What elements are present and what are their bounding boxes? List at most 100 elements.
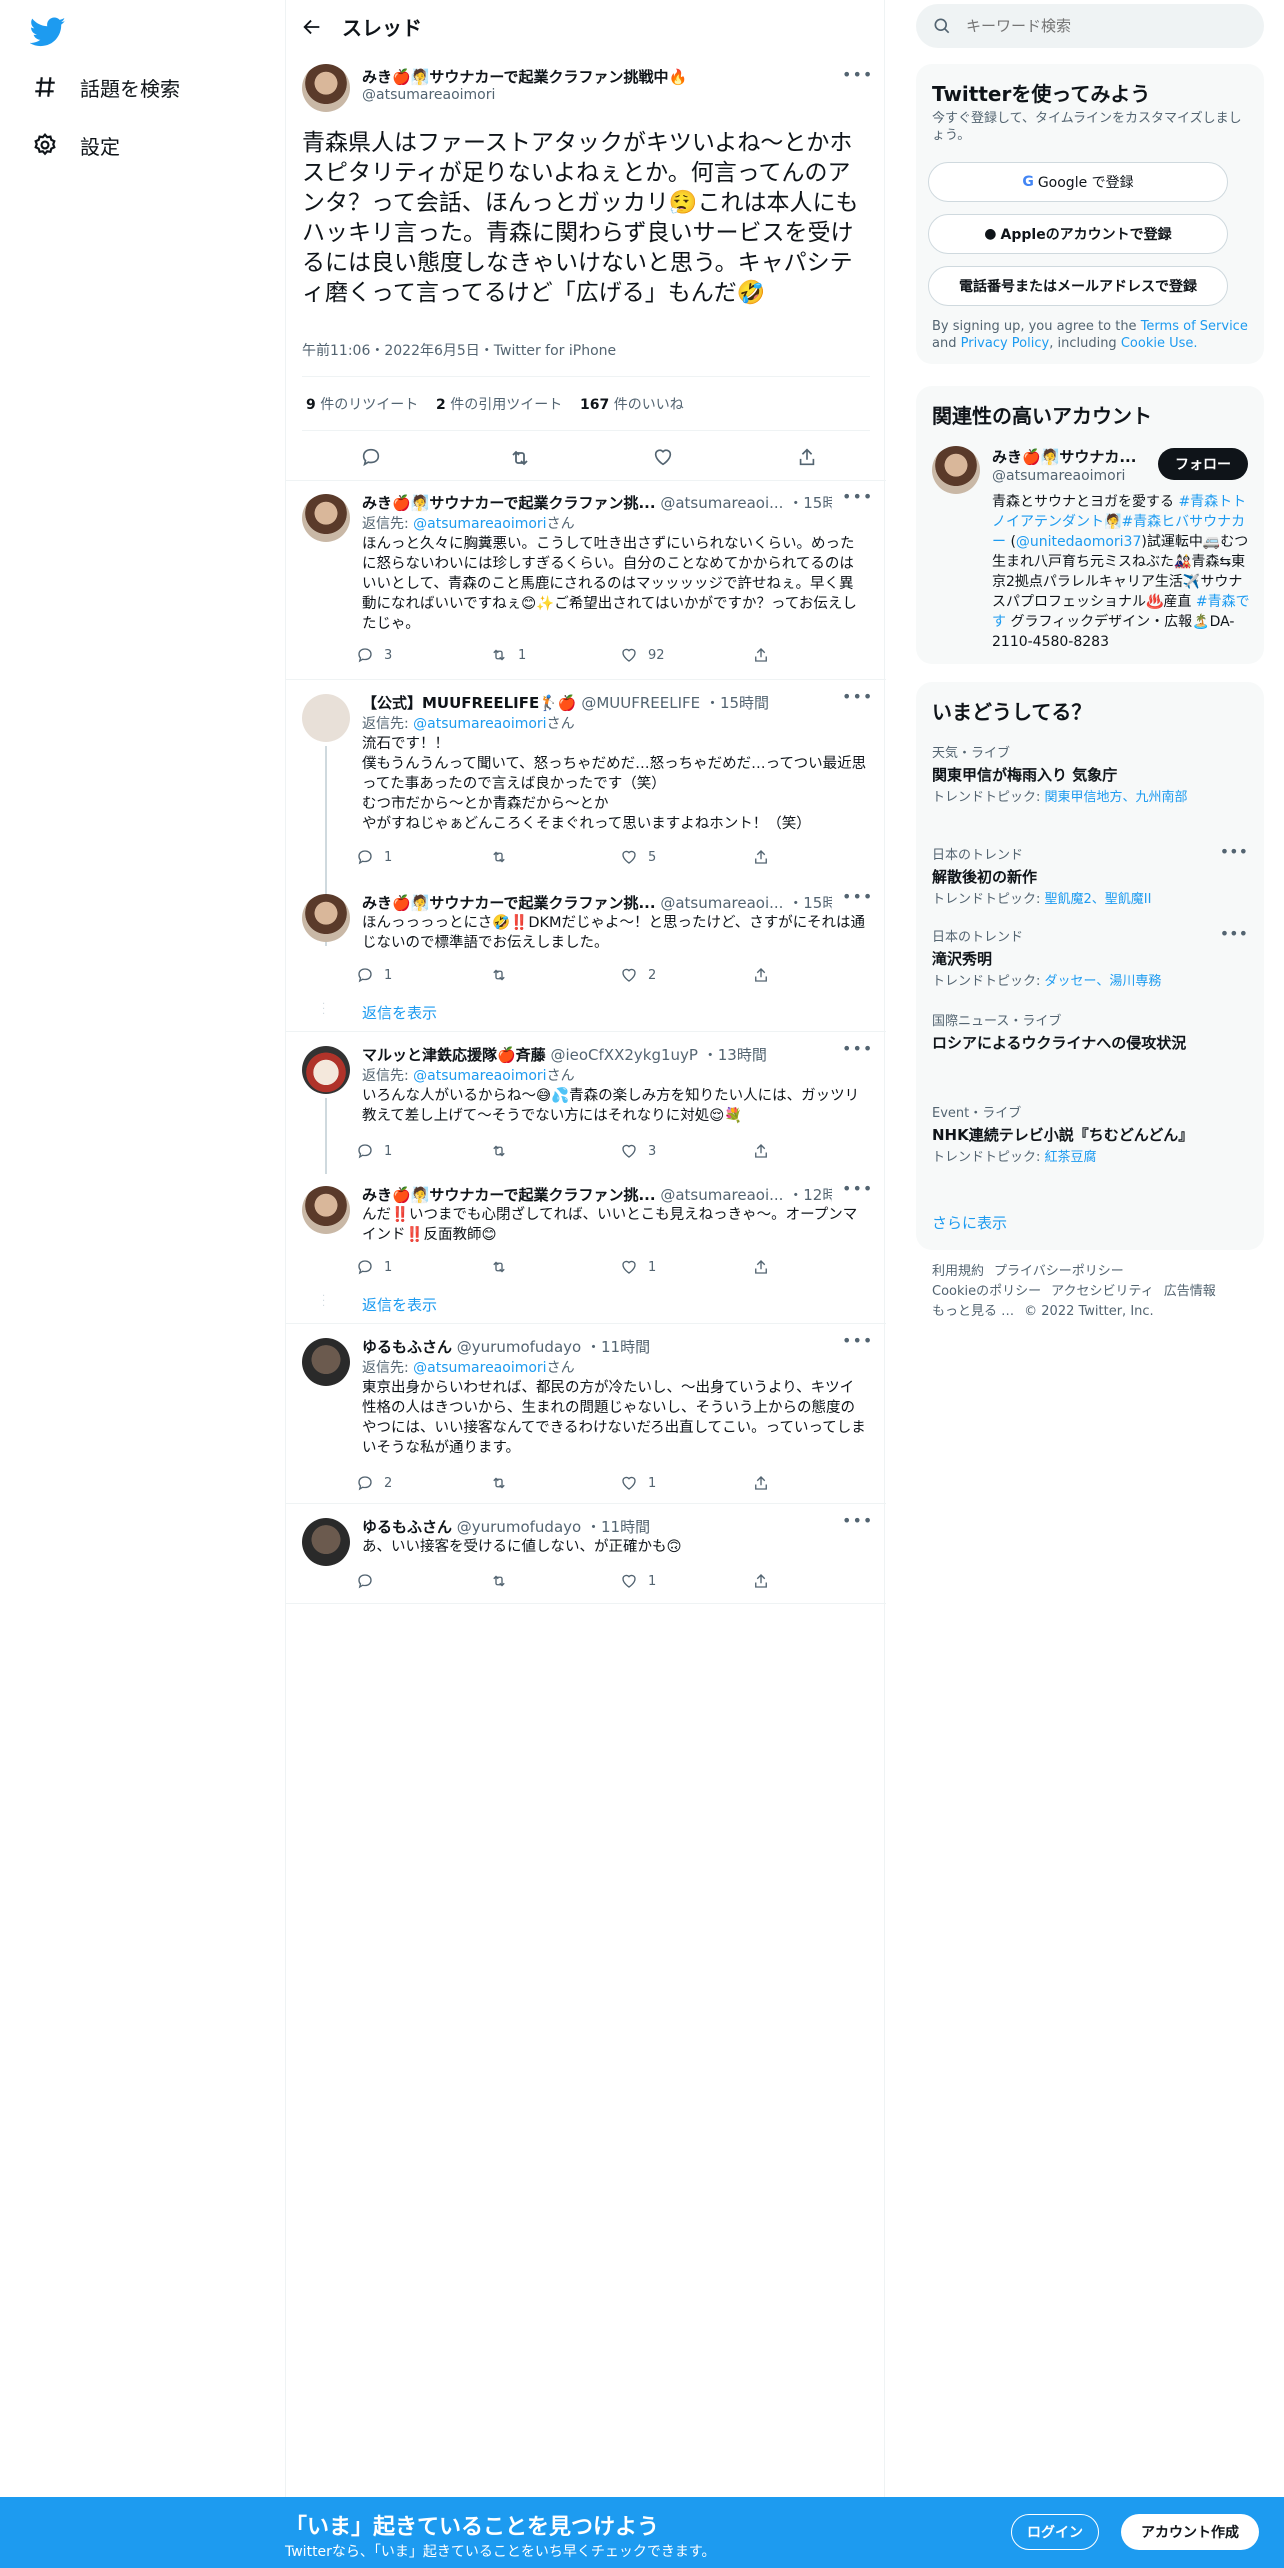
author-handle[interactable]: @atsumareaoi... (660, 494, 783, 512)
more-options-icon[interactable]: ••• (842, 489, 872, 510)
phone-signup-button[interactable]: 電話番号またはメールアドレスで登録 (928, 266, 1228, 306)
like-button[interactable]: 1 (620, 1474, 656, 1492)
reply-button[interactable]: 1 (356, 848, 392, 866)
reply-tweet[interactable]: ゆるもふさん @yurumofudayo ・11時間 ••• あ、いい接客を受け… (286, 1506, 886, 1604)
more-options-icon[interactable]: ••• (842, 1333, 872, 1354)
like-button[interactable]: 1 (620, 1258, 656, 1276)
retweet-button[interactable] (490, 966, 518, 984)
footer-cookie-link[interactable]: Cookieのポリシー (932, 1284, 1041, 1299)
reply-tweet[interactable]: ゆるもふさん @yurumofudayo ・11時間 ••• 返信先: @ats… (286, 1326, 886, 1504)
show-replies-link[interactable]: 返信を表示 (362, 1002, 437, 1023)
author-handle[interactable]: @atsumareaoi... (660, 894, 783, 912)
show-replies-link[interactable]: 返信を表示 (362, 1294, 437, 1315)
reply-time[interactable]: ・12時間 (788, 1186, 832, 1204)
author-name[interactable]: ゆるもふさん (362, 1338, 452, 1356)
terms-link[interactable]: Terms of Service (1141, 319, 1248, 334)
author-name[interactable]: マルッと津鉄応援隊🍎斉藤 (362, 1046, 546, 1064)
search-box[interactable] (916, 4, 1264, 48)
reply-button[interactable]: 3 (356, 646, 392, 664)
like-button[interactable]: 5 (620, 848, 656, 866)
share-button[interactable] (752, 646, 770, 664)
retweets-stat[interactable]: 9 件のリツイート (306, 397, 418, 413)
reply-button[interactable]: 2 (356, 1474, 392, 1492)
mention-link[interactable]: @unitedaomori37 (1016, 534, 1141, 550)
share-button[interactable] (752, 1258, 770, 1276)
share-button[interactable] (752, 1142, 770, 1160)
login-button[interactable]: ログイン (1011, 2514, 1099, 2550)
privacy-link[interactable]: Privacy Policy (961, 336, 1050, 351)
share-icon[interactable] (796, 446, 820, 470)
avatar[interactable] (302, 1046, 350, 1094)
share-button[interactable] (752, 966, 770, 984)
avatar[interactable] (302, 1518, 350, 1566)
author-handle[interactable]: @yurumofudayo (457, 1518, 581, 1536)
reply-time[interactable]: ・13時間 (703, 1046, 767, 1064)
related-account-handle[interactable]: @atsumareaoimori (992, 468, 1125, 484)
signup-button[interactable]: アカウント作成 (1121, 2514, 1259, 2550)
reply-icon[interactable] (360, 446, 384, 470)
trend-item[interactable]: 日本のトレンド 滝沢秀明 トレンドトピック: ダッセー、湯川専務 (932, 926, 1232, 990)
author-name[interactable]: 【公式】MUUFREELIFE🏌🍎 (362, 694, 577, 712)
author-name[interactable]: ゆるもふさん (362, 1518, 452, 1536)
share-button[interactable] (752, 1572, 770, 1590)
more-options-icon[interactable]: ••• (1220, 924, 1248, 943)
reply-button[interactable]: 1 (356, 966, 392, 984)
author-handle[interactable]: @atsumareaoi... (660, 1186, 783, 1204)
reply-time[interactable]: ・15時間 (705, 694, 769, 712)
google-signup-button[interactable]: G Google で登録 (928, 162, 1228, 202)
mention-link[interactable]: @atsumareaoimori (413, 1068, 546, 1084)
avatar[interactable] (302, 494, 350, 542)
avatar[interactable] (302, 1338, 350, 1386)
footer-accessibility-link[interactable]: アクセシビリティ (1051, 1284, 1154, 1299)
more-options-icon[interactable]: ••• (842, 689, 872, 710)
search-input[interactable] (966, 17, 1246, 35)
author-handle[interactable]: @yurumofudayo (457, 1338, 581, 1356)
author-name[interactable]: みき🍎🧖サウナカーで起業クラファン挑... (362, 894, 656, 912)
avatar[interactable] (302, 894, 350, 942)
avatar[interactable] (302, 64, 350, 112)
nav-settings[interactable]: 設定 (30, 120, 120, 170)
retweet-button[interactable] (490, 1572, 518, 1590)
twitter-logo-icon[interactable] (29, 14, 66, 50)
author-name[interactable]: みき🍎🧖サウナカーで起業クラファン挑... (362, 494, 656, 512)
reply-time[interactable]: ・15時間 (788, 894, 832, 912)
footer-ads-link[interactable]: 広告情報 (1164, 1284, 1216, 1299)
back-arrow-icon[interactable] (294, 9, 330, 45)
author-handle[interactable]: @MUUFREELIFE (581, 694, 700, 712)
like-button[interactable]: 3 (620, 1142, 656, 1160)
reply-time[interactable]: ・15時間 (788, 494, 832, 512)
nav-explore[interactable]: 話題を検索 (30, 62, 180, 112)
trend-item[interactable]: 日本のトレンド 解散後初の新作 トレンドトピック: 聖飢魔2、聖飢魔II (932, 844, 1232, 908)
tweet-timestamp[interactable]: 午前11:06・2022年6月5日・Twitter for iPhone (302, 340, 616, 360)
quotes-stat[interactable]: 2 件の引用ツイート (436, 397, 562, 413)
footer-terms-link[interactable]: 利用規約 (932, 1264, 984, 1279)
show-more-link[interactable]: さらに表示 (932, 1212, 1007, 1233)
trend-item[interactable]: 天気・ライブ 関東甲信が梅雨入り 気象庁 トレンドトピック: 関東甲信地方、九州… (932, 742, 1232, 806)
reply-tweet[interactable]: 【公式】MUUFREELIFE🏌🍎 @MUUFREELIFE ・15時間 •••… (286, 682, 886, 946)
retweet-button[interactable]: 1 (490, 646, 526, 664)
follow-button[interactable]: フォロー (1158, 448, 1248, 480)
like-button[interactable]: 92 (620, 646, 665, 664)
reply-button[interactable]: 1 (356, 1142, 392, 1160)
like-icon[interactable] (652, 446, 676, 470)
more-options-icon[interactable]: ••• (842, 1513, 872, 1534)
avatar[interactable] (932, 446, 980, 494)
mention-link[interactable]: @atsumareaoimori (413, 516, 546, 532)
author-handle[interactable]: @ieoCfXX2ykg1uyP (550, 1046, 697, 1064)
retweet-button[interactable] (490, 1258, 518, 1276)
trend-item[interactable]: Event・ライブ NHK連続テレビ小説『ちむどんどん』 トレンドトピック: 紅… (932, 1102, 1232, 1166)
reply-button[interactable]: 1 (356, 1258, 392, 1276)
reply-tweet[interactable]: · · · みき🍎🧖サウナカーで起業クラファン挑... @atsumareaoi..… (286, 882, 886, 1032)
likes-stat[interactable]: 167 件のいいね (580, 397, 684, 413)
retweet-button[interactable] (490, 1474, 518, 1492)
reply-time[interactable]: ・11時間 (586, 1338, 650, 1356)
mention-link[interactable]: @atsumareaoimori (413, 716, 546, 732)
more-options-icon[interactable]: ••• (842, 67, 872, 88)
author-name[interactable]: みき🍎🧖サウナカーで起業クラファン挑... (362, 1186, 656, 1204)
author-name[interactable]: みき🍎🧖サウナカーで起業クラファン挑戦中🔥 (362, 66, 687, 87)
avatar[interactable] (302, 694, 350, 742)
more-options-icon[interactable]: ••• (842, 889, 872, 910)
share-button[interactable] (752, 848, 770, 866)
trend-item[interactable]: 国際ニュース・ライブ ロシアによるウクライナへの侵攻状況 (932, 1010, 1232, 1053)
avatar[interactable] (302, 1186, 350, 1234)
